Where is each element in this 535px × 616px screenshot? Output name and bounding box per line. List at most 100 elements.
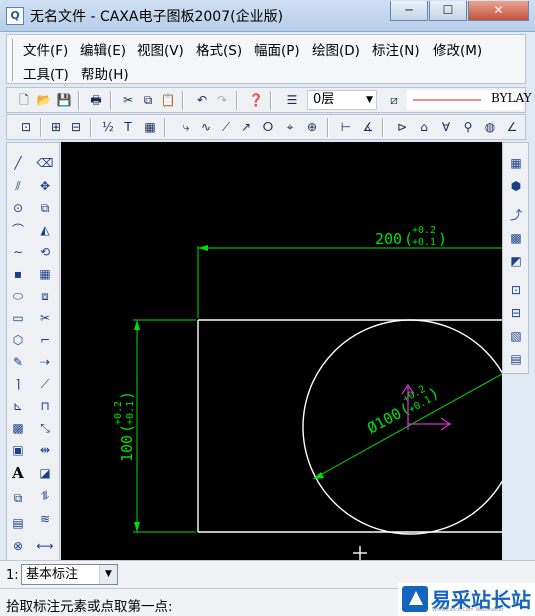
break-icon[interactable]: ⊓ [35, 396, 55, 416]
text-frame-icon[interactable]: T [119, 118, 137, 136]
menu-edit[interactable]: 编辑(E) [80, 39, 126, 59]
zoom-icon[interactable]: ⊟ [67, 118, 85, 136]
dimension-mode-select[interactable]: 基本标注 ▼ [21, 564, 118, 585]
circle-icon[interactable]: ⊙ [8, 198, 28, 218]
extend-icon[interactable]: ⇢ [35, 352, 55, 372]
rectangle-icon[interactable]: ▭ [8, 308, 28, 328]
linetype-select[interactable]: BYLAY [407, 90, 532, 110]
redraw-icon[interactable]: ⊡ [17, 118, 35, 136]
divide-icon[interactable]: ◪ [35, 463, 55, 483]
drawing-canvas[interactable]: 200 ( +0.2 +0.1 ) 100 ( +0.2 +0.1 ) Ø100… [61, 142, 502, 560]
fillet-icon[interactable]: ⌐ [35, 330, 55, 350]
pen-icon[interactable]: ✎ [8, 352, 28, 372]
menu-dimension[interactable]: 标注(N) [372, 39, 420, 59]
angle-icon[interactable]: ∠ [503, 118, 521, 136]
redo-icon[interactable]: ↷ [213, 91, 231, 109]
undo-icon[interactable]: ↶ [193, 91, 211, 109]
fit-icon[interactable]: ⌖ [281, 118, 299, 136]
datum-icon[interactable]: ⌂ [415, 118, 433, 136]
menu-modify[interactable]: 修改(M) [433, 39, 482, 59]
linetype-icon[interactable]: ⧄ [385, 91, 403, 109]
explode-icon[interactable]: ⇹ [35, 440, 55, 460]
save-icon[interactable]: 💾 [55, 91, 73, 109]
roughness-icon[interactable]: ∀ [437, 118, 455, 136]
label-icon[interactable]: ◍ [481, 118, 499, 136]
dim-arrows [134, 245, 324, 532]
separator [327, 118, 329, 137]
print-icon[interactable]: 🖶 [87, 91, 105, 109]
help-icon[interactable]: ❓ [247, 91, 265, 109]
watermark-subtext: Www.Easck.Com Webmaster [432, 607, 504, 613]
wave-icon[interactable]: ∿ [197, 118, 215, 136]
layer-icon[interactable]: ☰ [283, 91, 301, 109]
block-insert-icon[interactable]: ▦ [506, 153, 526, 173]
open-folder-icon[interactable]: 📂 [35, 91, 53, 109]
image-icon[interactable]: ▤ [8, 513, 28, 533]
close-button[interactable]: ✕ [468, 1, 529, 21]
menu-tools[interactable]: 工具(T) [23, 63, 69, 83]
new-file-icon[interactable]: 🗋 [15, 91, 33, 109]
text-icon[interactable]: A [8, 463, 28, 483]
zoom-window-icon[interactable]: ⊞ [47, 118, 65, 136]
spline-icon[interactable]: ∼ [8, 242, 28, 262]
rotate-icon[interactable]: ⟲ [35, 242, 55, 262]
minimize-button[interactable]: ─ [390, 1, 428, 21]
ellipse-icon[interactable]: ⬭ [8, 286, 28, 306]
tangent-icon[interactable]: ⟋ [217, 118, 235, 136]
drawing-icon[interactable]: ◩ [506, 251, 526, 271]
maximize-button[interactable]: ☐ [429, 1, 467, 21]
scale-icon[interactable]: ⧈ [35, 286, 55, 306]
measure-icon[interactable]: ▧ [506, 326, 526, 346]
menu-draw[interactable]: 绘图(D) [312, 39, 360, 59]
trim-icon[interactable]: ✂ [35, 308, 55, 328]
balloon-icon[interactable]: ⊗ [8, 536, 28, 556]
dimension-mode-value: 基本标注 [26, 567, 79, 582]
hatch-icon[interactable]: ▩ [8, 418, 28, 438]
menu-grip[interactable] [9, 39, 13, 81]
polygon-icon[interactable]: ⬡ [8, 330, 28, 350]
eraser-icon[interactable]: ⌫ [35, 153, 55, 173]
library-icon[interactable]: ⤴ [506, 205, 526, 225]
size-edit-icon[interactable]: ⟷ [35, 536, 55, 556]
block-create-icon[interactable]: ⬢ [506, 176, 526, 196]
tolerance-icon[interactable]: ⊳ [393, 118, 411, 136]
menu-file[interactable]: 文件(F) [23, 39, 68, 59]
menu-view[interactable]: 视图(V) [137, 39, 184, 59]
menu-help[interactable]: 帮助(H) [81, 63, 129, 83]
pointer-icon[interactable]: ↗ [237, 118, 255, 136]
equidistant-icon[interactable]: ⌉ [8, 374, 28, 394]
block-icon[interactable]: ⧉ [8, 488, 28, 508]
dim-angle-icon[interactable]: ∡ [359, 118, 377, 136]
menu-paper[interactable]: 幅面(P) [254, 39, 300, 59]
paste-icon[interactable]: 📋 [159, 91, 177, 109]
crosshair-icon[interactable]: ⊕ [303, 118, 321, 136]
move-icon[interactable]: ✥ [35, 176, 55, 196]
chamfer-icon[interactable]: ⟋ [35, 374, 55, 394]
parallel-icon[interactable]: ⫽ [8, 176, 28, 196]
line-icon[interactable]: ╱ [8, 153, 28, 173]
view2-icon[interactable]: ⊟ [506, 303, 526, 323]
copy-icon[interactable]: ⧉ [35, 198, 55, 218]
stretch-icon[interactable]: ⤡ [35, 418, 55, 438]
circle-snap-icon[interactable]: ⵔ [259, 118, 277, 136]
snap-icon[interactable]: ⤷ [177, 118, 195, 136]
library-manage-icon[interactable]: ▩ [506, 228, 526, 248]
dim-linear-icon[interactable]: ⊢ [337, 118, 355, 136]
copy-icon[interactable]: ⧉ [139, 91, 157, 109]
format-brush-icon[interactable]: ⥮ [35, 486, 55, 506]
mirror-icon[interactable]: ◭ [35, 220, 55, 240]
fill-icon[interactable]: ▣ [8, 440, 28, 460]
centerline-icon[interactable]: ⊾ [8, 396, 28, 416]
image-icon[interactable]: ▦ [141, 118, 159, 136]
cut-icon[interactable]: ✂ [119, 91, 137, 109]
layer-select[interactable]: 0层 ▼ [307, 90, 377, 110]
array-icon[interactable]: ▦ [35, 264, 55, 284]
arc-icon[interactable]: ⌒ [8, 220, 28, 240]
weld-icon[interactable]: ⚲ [459, 118, 477, 136]
table-icon[interactable]: ▤ [506, 349, 526, 369]
view-icon[interactable]: ⊡ [506, 280, 526, 300]
point-icon[interactable]: ▪ [8, 264, 28, 284]
layer-attr-icon[interactable]: ≋ [35, 509, 55, 529]
text-edit-icon[interactable]: ½ [99, 118, 117, 136]
menu-format[interactable]: 格式(S) [196, 39, 242, 59]
